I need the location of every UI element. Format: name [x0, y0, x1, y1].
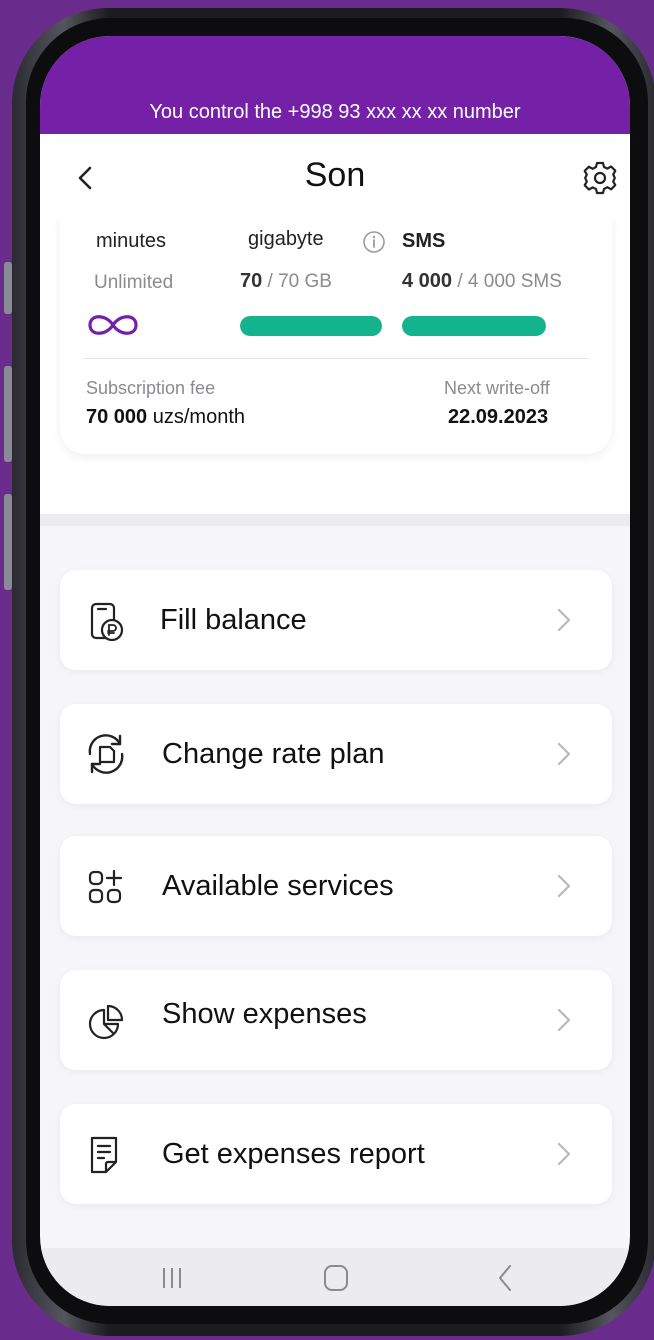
- gigabyte-label: gigabyte: [248, 228, 324, 250]
- control-banner: You control the +998 93 xxx xx xx number: [40, 36, 630, 134]
- home-icon[interactable]: [316, 1260, 356, 1296]
- data-remaining: 70: [240, 270, 263, 292]
- menu-item-change-rate-plan[interactable]: Change rate plan: [60, 704, 612, 804]
- menu-item-fill-balance[interactable]: Fill balance: [60, 570, 612, 670]
- sms-progress-bar: [402, 316, 546, 336]
- page-title: Son: [304, 156, 366, 194]
- fee-label: Subscription fee: [86, 378, 216, 398]
- app-header: Son: [40, 134, 630, 224]
- rotate-sim-icon: [88, 734, 124, 774]
- usage-card: minutes gigabyte SMS Unlimited 70 / 70 G…: [60, 216, 612, 454]
- menu-label-get-expenses-report: Get expenses report: [162, 1138, 425, 1170]
- chevron-right-icon: [557, 874, 571, 898]
- minutes-label: minutes: [96, 230, 167, 252]
- grid-plus-icon: [88, 869, 123, 904]
- menu-label-show-expenses: Show expenses: [162, 998, 367, 1030]
- data-value: 70 / 70 GB: [240, 270, 332, 293]
- menu-item-get-expenses-report[interactable]: Get expenses report: [60, 1104, 612, 1204]
- menu-item-show-expenses[interactable]: Show expenses: [60, 970, 612, 1070]
- gear-icon: [583, 161, 617, 195]
- control-banner-text: You control the +998 93 xxx xx xx number: [149, 101, 521, 123]
- write-off-label: Next write-off: [444, 378, 550, 398]
- volume-up-button: [4, 262, 12, 314]
- menu-item-available-services[interactable]: Available services: [60, 836, 612, 936]
- sms-remaining: 4 000: [402, 270, 453, 292]
- report-document-icon: [90, 1136, 118, 1174]
- sms-progress-fill: [402, 316, 546, 336]
- section-separator: [40, 514, 630, 526]
- fee-amount: 70 000: [86, 406, 148, 428]
- card-divider: [84, 358, 588, 359]
- data-progress-bar: [240, 316, 382, 336]
- fee-value: 70 000 uzs/month: [86, 406, 245, 429]
- back-icon[interactable]: [486, 1260, 526, 1296]
- chevron-right-icon: [557, 1008, 571, 1032]
- infinity-icon: [88, 315, 138, 335]
- data-total: / 70 GB: [267, 271, 332, 292]
- data-progress-fill: [240, 316, 382, 336]
- power-button: [4, 494, 12, 590]
- pie-chart-icon: [88, 1004, 124, 1040]
- menu-label-fill-balance: Fill balance: [160, 604, 307, 636]
- chevron-right-icon: [557, 608, 571, 632]
- recent-apps-icon[interactable]: [152, 1260, 192, 1296]
- write-off-date: 22.09.2023: [448, 406, 549, 428]
- sms-value: 4 000 / 4 000 SMS: [402, 270, 562, 293]
- chevron-right-icon: [557, 742, 571, 766]
- system-navigation-bar: [40, 1248, 630, 1306]
- phone-screen: You control the +998 93 xxx xx xx number…: [40, 36, 630, 1306]
- menu-label-available-services: Available services: [162, 870, 394, 902]
- info-icon[interactable]: [362, 230, 386, 254]
- sms-total: / 4 000 SMS: [457, 271, 562, 292]
- sms-label: SMS: [402, 230, 446, 252]
- settings-button[interactable]: [582, 160, 618, 196]
- volume-down-button: [4, 366, 12, 462]
- wallet-ruble-icon: [90, 602, 124, 642]
- minutes-value: Unlimited: [94, 272, 174, 293]
- menu-label-change-rate-plan: Change rate plan: [162, 738, 385, 770]
- fee-unit: uzs/month: [152, 406, 245, 428]
- chevron-right-icon: [557, 1142, 571, 1166]
